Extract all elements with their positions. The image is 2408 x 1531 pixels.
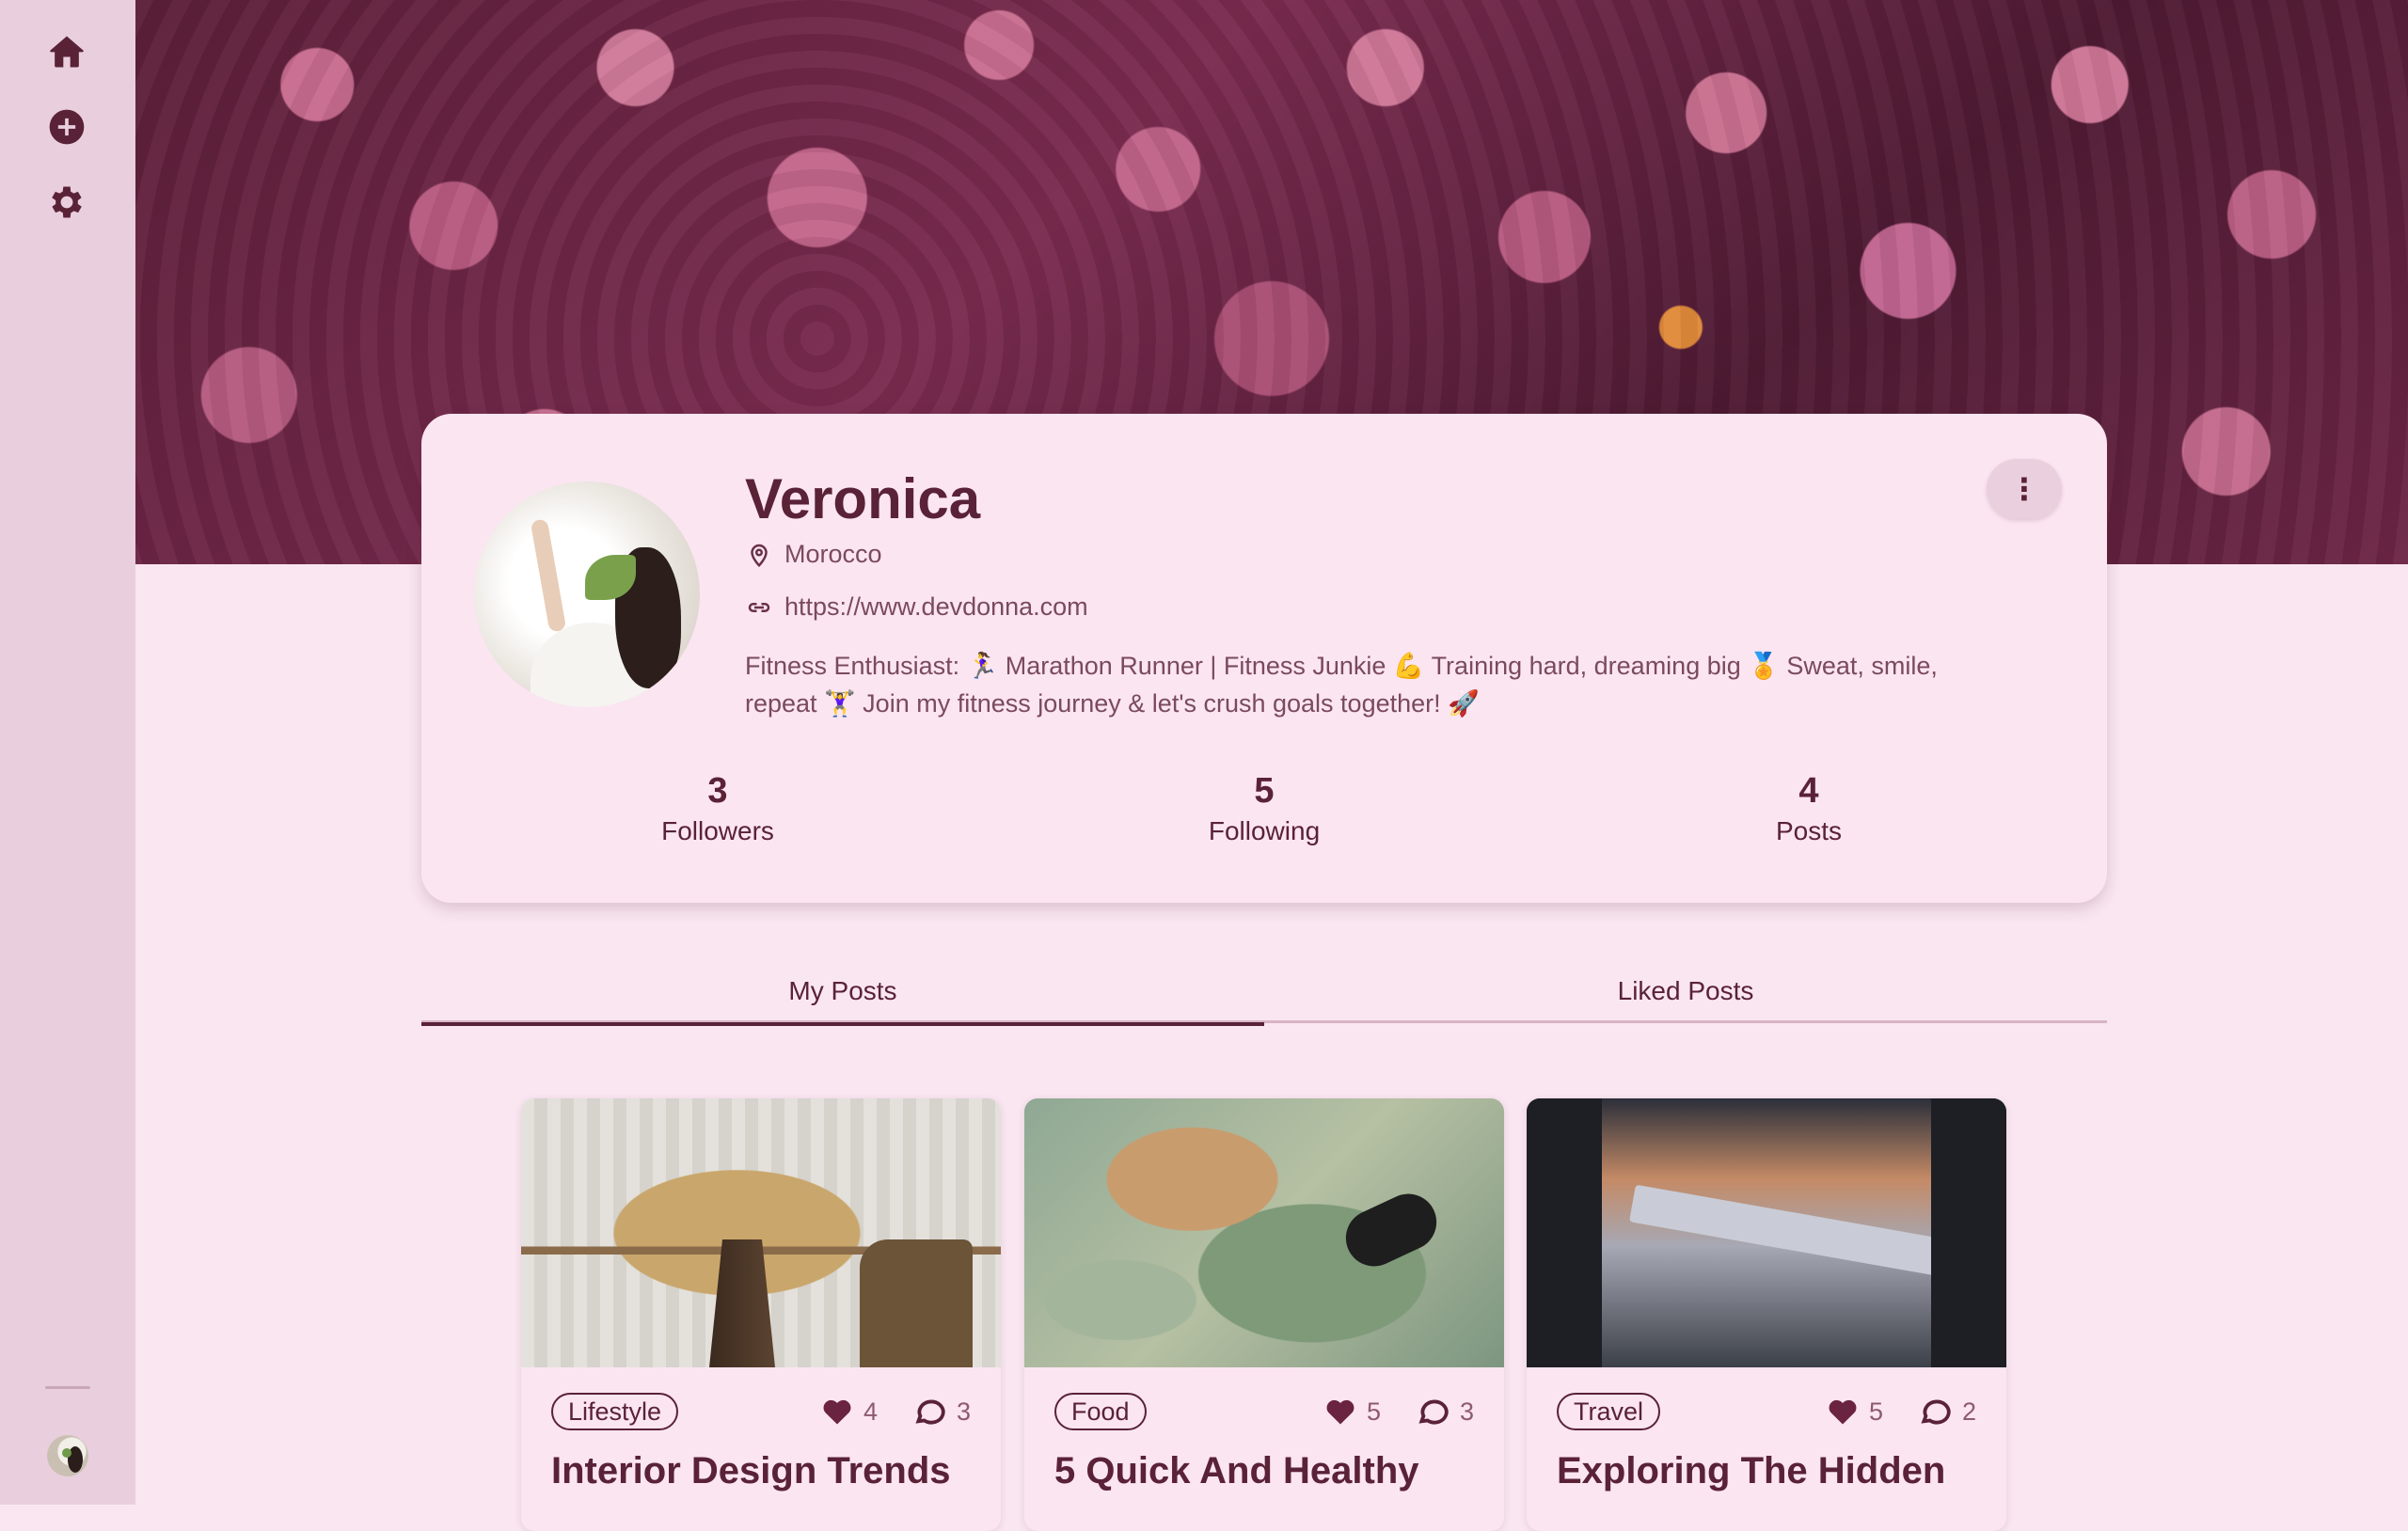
following-stat[interactable]: 5 Following	[1123, 767, 1405, 846]
post-image	[1024, 1098, 1504, 1367]
link-icon	[748, 602, 770, 612]
heart-icon[interactable]	[1322, 1395, 1359, 1428]
post-title[interactable]: Interior Design Trends	[551, 1450, 971, 1492]
post-image	[521, 1098, 1001, 1367]
profile-avatar	[474, 481, 700, 707]
posts-stat[interactable]: 4 Posts	[1668, 767, 1950, 846]
sidebar	[0, 0, 135, 1505]
following-count: 5	[1254, 771, 1275, 811]
comment-count: 3	[956, 1397, 971, 1426]
comment-icon[interactable]	[911, 1394, 949, 1429]
posts-count: 4	[1798, 771, 1819, 811]
post-card[interactable]: Lifestyle 4 3 Interior Design Trends	[521, 1098, 1001, 1531]
post-title[interactable]: 5 Quick And Healthy	[1054, 1450, 1474, 1492]
location-text: Morocco	[784, 540, 882, 568]
post-category-tag[interactable]: Food	[1054, 1393, 1147, 1430]
post-category-tag[interactable]: Travel	[1557, 1393, 1661, 1430]
like-count: 5	[1366, 1397, 1381, 1426]
like-count: 5	[1868, 1397, 1883, 1426]
heart-icon[interactable]	[1824, 1395, 1861, 1428]
followers-stat[interactable]: 3 Followers	[577, 767, 859, 846]
comment-count: 3	[1459, 1397, 1474, 1426]
website-link[interactable]: https://www.devdonna.com	[784, 592, 1088, 622]
following-label: Following	[1208, 816, 1321, 845]
settings-gear-icon[interactable]	[45, 181, 88, 224]
heart-icon[interactable]	[818, 1395, 856, 1428]
followers-label: Followers	[661, 816, 774, 845]
comment-icon[interactable]	[1415, 1394, 1452, 1429]
location-pin-icon	[751, 544, 768, 567]
website-row[interactable]: https://www.devdonna.com	[745, 592, 1088, 622]
post-card[interactable]: Travel 5 2 Exploring The Hidden	[1527, 1098, 2006, 1531]
posts-label: Posts	[1775, 816, 1843, 845]
tab-my-posts[interactable]: My Posts	[421, 959, 1264, 1026]
profile-stats: 3 Followers 5 Following 4 Posts	[421, 767, 2107, 871]
profile-card: Veronica Morocco https://www.devdonna.co…	[421, 414, 2107, 903]
more-vertical-icon: ⋮	[2009, 472, 2039, 506]
more-options-button[interactable]: ⋮	[1987, 459, 2062, 519]
comment-icon[interactable]	[1917, 1394, 1955, 1429]
add-circle-icon[interactable]	[45, 105, 88, 149]
post-card[interactable]: Food 5 3 5 Quick And Healthy	[1024, 1098, 1504, 1531]
like-count: 4	[863, 1397, 878, 1426]
user-avatar[interactable]	[47, 1435, 88, 1476]
profile-tabs: My Posts Liked Posts	[421, 959, 2107, 1026]
post-image	[1527, 1098, 2006, 1367]
tab-liked-posts[interactable]: Liked Posts	[1264, 959, 2107, 1023]
location-row: Morocco	[745, 540, 882, 569]
home-icon[interactable]	[45, 30, 88, 73]
post-category-tag[interactable]: Lifestyle	[551, 1393, 679, 1430]
post-title[interactable]: Exploring The Hidden	[1557, 1450, 1976, 1492]
profile-bio: Fitness Enthusiast: 🏃‍♀️ Marathon Runner…	[745, 652, 1938, 718]
profile-name: Veronica	[745, 467, 981, 530]
comment-count: 2	[1961, 1397, 1976, 1426]
sidebar-divider	[45, 1386, 90, 1389]
followers-count: 3	[707, 771, 728, 811]
